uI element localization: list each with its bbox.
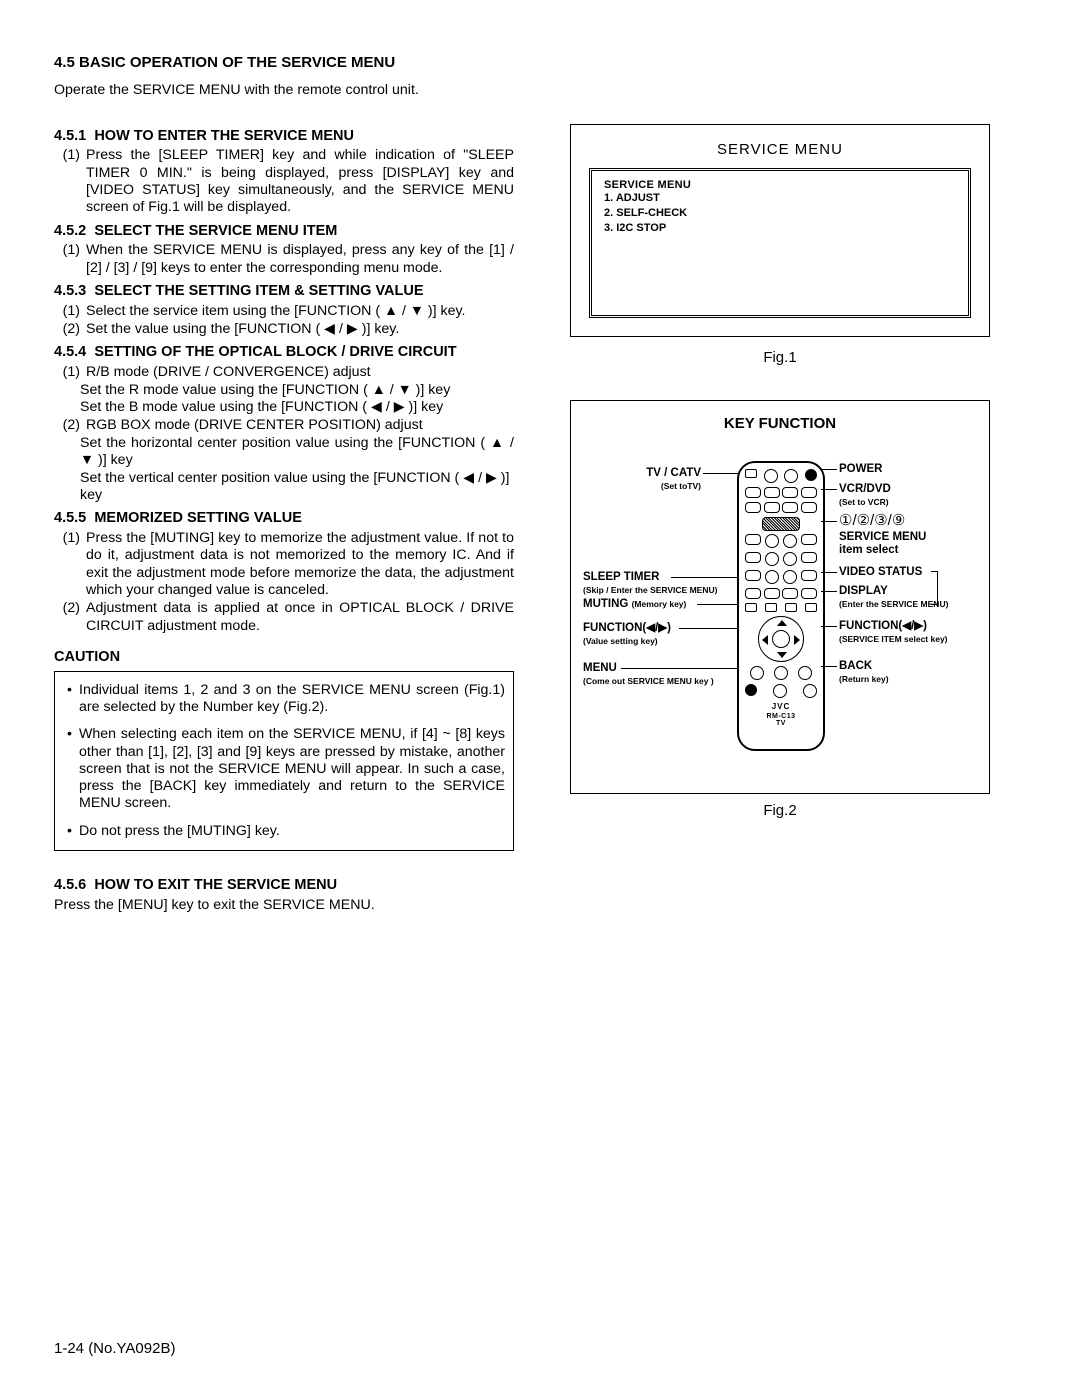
sub-heading-454: 4.5.4 SETTING OF THE OPTICAL BLOCK / DRI… [54,344,514,362]
page-footer: 1-24 (No.YA092B) [54,1340,175,1357]
section-heading: 4.5 BASIC OPERATION OF THE SERVICE MENU [54,54,514,72]
sub-text: Set the B mode value using the [FUNCTION… [54,399,514,416]
sub-text: Set the vertical center position value u… [54,470,514,505]
list-number: (1) [54,364,86,381]
sub-heading-451: 4.5.1 HOW TO ENTER THE SERVICE MENU [54,128,514,146]
kf-power: POWER [839,463,882,476]
list-text: R/B mode (DRIVE / CONVERGENCE) adjust [86,364,514,381]
fig1-menu-line: 1. ADJUST [604,191,956,206]
list-text: Adjustment data is applied at once in OP… [86,600,514,635]
caution-text: When selecting each item on the SERVICE … [79,726,505,813]
fig1-box-title: SERVICE MENU [589,141,971,158]
right-column: SERVICE MENU SERVICE MENU 1. ADJUST 2. S… [540,54,1020,920]
fig1-caption: Fig.1 [540,349,1020,366]
kf-vcrdvd: VCR/DVD(Set to VCR) [839,483,891,508]
kf-function-left: FUNCTION(◀/▶)(Value setting key) [583,622,733,647]
kf-display: DISPLAY(Enter the SERVICE MENU) [839,585,948,610]
bullet-icon: • [67,682,79,717]
kf-sleeptimer: SLEEP TIMER(Skip / Enter the SERVICE MEN… [583,571,733,596]
list-number: (2) [54,600,86,635]
caution-text: Do not press the [MUTING] key. [79,823,505,840]
fig2-caption: Fig.2 [540,802,1020,819]
kf-menu: MENU(Come out SERVICE MENU key ) [583,662,733,687]
fig1-menu-line: 2. SELF-CHECK [604,206,956,221]
sub-heading-455: 4.5.5 MEMORIZED SETTING VALUE [54,510,514,528]
figure-2: KEY FUNCTION JVC RM-C13TV [570,400,990,794]
fig2-title: KEY FUNCTION [581,415,979,432]
kf-numbers: ①/②/③/⑨ [839,513,905,530]
sub-heading-453: 4.5.3 SELECT THE SETTING ITEM & SETTING … [54,283,514,301]
intro-text: Operate the SERVICE MENU with the remote… [54,82,514,99]
list-text: When the SERVICE MENU is displayed, pres… [86,242,514,277]
left-column: 4.5 BASIC OPERATION OF THE SERVICE MENU … [54,54,514,920]
brand-label: JVC [745,702,817,711]
list-number: (1) [54,303,86,320]
caution-box: •Individual items 1, 2 and 3 on the SERV… [54,671,514,852]
list-number: (2) [54,321,86,338]
list-number: (2) [54,417,86,434]
kf-function-right: FUNCTION(◀/▶)(SERVICE ITEM select key) [839,620,948,645]
remote-control-icon: JVC RM-C13TV [737,461,825,751]
list-text: Select the service item using the [FUNCT… [86,303,514,320]
list-text: RGB BOX mode (DRIVE CENTER POSITION) adj… [86,417,514,434]
sub-text: Set the R mode value using the [FUNCTION… [54,382,514,399]
brand-sub: RM-C13TV [745,713,817,727]
caution-heading: CAUTION [54,649,514,667]
kf-service-menu-select: SERVICE MENUitem select [839,531,926,556]
kf-back: BACK(Return key) [839,660,889,685]
list-number: (1) [54,147,86,216]
list-text: Press the [MUTING] key to memorize the a… [86,530,514,599]
section-text: Press the [MENU] key to exit the SERVICE… [54,897,514,914]
list-text: Press the [SLEEP TIMER] key and while in… [86,147,514,216]
sub-heading-452: 4.5.2 SELECT THE SERVICE MENU ITEM [54,223,514,241]
list-text: Set the value using the [FUNCTION ( ◀ / … [86,321,514,338]
bullet-icon: • [67,823,79,840]
figure-1: SERVICE MENU SERVICE MENU 1. ADJUST 2. S… [570,124,990,337]
fig1-menu-title: SERVICE MENU [604,179,956,191]
fig1-screen: SERVICE MENU 1. ADJUST 2. SELF-CHECK 3. … [589,168,971,318]
kf-video-status: VIDEO STATUS [839,566,922,579]
sub-text: Set the horizontal center position value… [54,435,514,470]
list-number: (1) [54,242,86,277]
page: 4.5 BASIC OPERATION OF THE SERVICE MENU … [0,0,1080,1397]
caution-text: Individual items 1, 2 and 3 on the SERVI… [79,682,505,717]
fig1-menu-line: 3. I2C STOP [604,221,956,236]
bullet-icon: • [67,726,79,813]
list-number: (1) [54,530,86,599]
sub-heading-456: 4.5.6 HOW TO EXIT THE SERVICE MENU [54,877,514,895]
kf-tvcatv: TV / CATV(Set toTV) [583,467,701,492]
